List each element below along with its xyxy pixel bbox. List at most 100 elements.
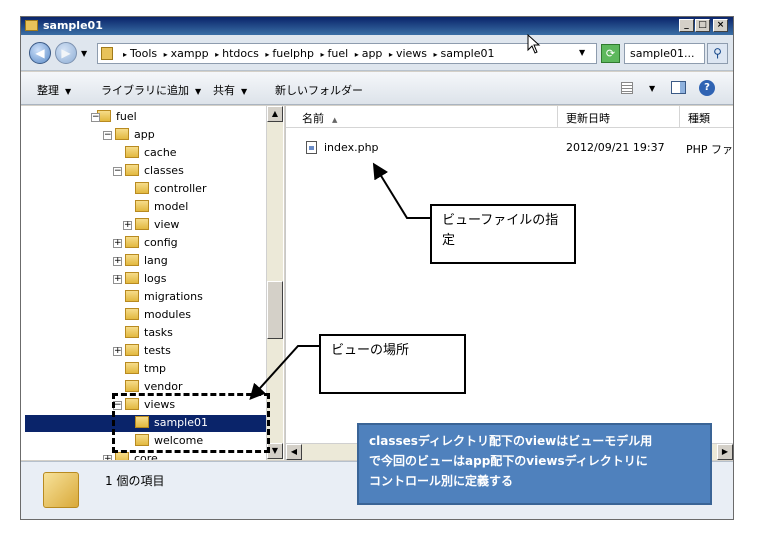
- tree-item-cache[interactable]: cache: [125, 145, 177, 162]
- column-header-modified[interactable]: 更新日時: [558, 106, 680, 128]
- close-button[interactable]: ×: [713, 19, 728, 32]
- folder-icon: [125, 236, 139, 248]
- callout-view-location: ビューの場所: [319, 334, 466, 394]
- column-header-name[interactable]: 名前 ▲: [286, 106, 558, 128]
- view-options-icon[interactable]: [621, 82, 633, 94]
- collapse-icon[interactable]: −: [91, 113, 100, 122]
- note-line: classesディレクトリ配下のviewはビューモデル用: [369, 434, 653, 448]
- tree-item-tmp[interactable]: tmp: [125, 361, 166, 378]
- new-folder-button[interactable]: 新しいフォルダー: [275, 82, 363, 98]
- tree-item-classes[interactable]: classes: [125, 163, 184, 180]
- collapse-icon[interactable]: −: [113, 167, 122, 176]
- address-box[interactable]: ▸ Tools ▸ xampp ▸ htdocs ▸ fuelphp ▸ fuel ▸ ap…: [97, 43, 597, 64]
- breadcrumb-separator-icon[interactable]: ▸: [434, 50, 438, 59]
- minimize-button[interactable]: _: [679, 19, 694, 32]
- preview-pane-icon[interactable]: [671, 81, 686, 94]
- breadcrumb-separator-icon[interactable]: ▸: [389, 50, 393, 59]
- tree-item-tests[interactable]: tests: [125, 343, 171, 360]
- collapse-icon[interactable]: −: [103, 131, 112, 140]
- tree-item-modules[interactable]: modules: [125, 307, 191, 324]
- scroll-up-icon[interactable]: ▲: [267, 106, 283, 122]
- folder-icon: [125, 272, 139, 284]
- scroll-left-icon[interactable]: ◀: [286, 444, 302, 460]
- folder-icon: [115, 452, 129, 460]
- recent-pages-chevron-icon[interactable]: ▼: [81, 49, 87, 58]
- file-list-pane: 名前 ▲ 更新日時 種類 index.php 2012/09/21 19:37 P…: [285, 106, 733, 460]
- breadcrumb-separator-icon[interactable]: ▸: [355, 50, 359, 59]
- folder-icon: [115, 128, 129, 140]
- help-icon[interactable]: ?: [699, 80, 715, 96]
- title-bar[interactable]: sample01 _ □ ×: [21, 17, 733, 35]
- tree-item-fuel[interactable]: fuel: [97, 109, 137, 126]
- breadcrumb-item[interactable]: views: [396, 47, 427, 60]
- expand-icon[interactable]: +: [113, 239, 122, 248]
- breadcrumb-separator-icon[interactable]: ▸: [215, 50, 219, 59]
- window-title: sample01: [43, 19, 103, 32]
- back-button[interactable]: ◀: [29, 42, 51, 64]
- tree-item-label: modules: [144, 308, 191, 321]
- folder-icon: [125, 362, 139, 374]
- tree-item-label: fuel: [116, 110, 137, 123]
- tree-item-label: classes: [144, 164, 184, 177]
- tree-item-lang[interactable]: lang: [125, 253, 168, 270]
- search-input[interactable]: sample01...: [624, 43, 705, 64]
- column-header-label: 名前: [302, 112, 324, 125]
- tree-item-migrations[interactable]: migrations: [125, 289, 203, 306]
- tree-item-label: migrations: [144, 290, 203, 303]
- breadcrumb-item[interactable]: sample01: [441, 47, 495, 60]
- chevron-down-icon: ▼: [241, 87, 248, 96]
- scroll-right-icon[interactable]: ▶: [717, 444, 733, 460]
- add-to-library-button[interactable]: ライブラリに追加 ▼: [101, 82, 201, 98]
- tree-item-label: view: [154, 218, 180, 231]
- maximize-button[interactable]: □: [695, 19, 710, 32]
- folder-icon: [125, 164, 139, 176]
- tree-item-tasks[interactable]: tasks: [125, 325, 173, 342]
- tree-item-label: tests: [144, 344, 171, 357]
- share-label: 共有: [213, 84, 235, 97]
- folder-icon: [135, 200, 149, 212]
- chevron-down-icon[interactable]: ▼: [649, 84, 655, 93]
- breadcrumb-separator-icon[interactable]: ▸: [321, 50, 325, 59]
- sort-up-icon: ▲: [332, 116, 338, 124]
- expand-icon[interactable]: +: [123, 221, 132, 230]
- column-header-type[interactable]: 種類: [680, 106, 733, 128]
- tree-item-config[interactable]: config: [125, 235, 178, 252]
- tree-item-label: tasks: [144, 326, 173, 339]
- callout-view-file: ビューファイルの指 定: [430, 204, 576, 264]
- expand-icon[interactable]: +: [103, 455, 112, 460]
- folder-icon: [125, 146, 139, 158]
- tree-item-label: tmp: [144, 362, 167, 375]
- refresh-icon[interactable]: ⟳: [601, 44, 620, 63]
- tree-item-model[interactable]: model: [135, 199, 188, 216]
- expand-icon[interactable]: +: [113, 275, 122, 284]
- scrollbar-thumb[interactable]: [267, 281, 283, 339]
- tree-item-controller[interactable]: controller: [135, 181, 206, 198]
- folder-icon: [125, 326, 139, 338]
- share-button[interactable]: 共有 ▼: [213, 82, 247, 98]
- tree-item-label: config: [144, 236, 178, 249]
- expand-icon[interactable]: +: [113, 347, 122, 356]
- search-icon[interactable]: ⚲: [707, 43, 728, 64]
- breadcrumb-item[interactable]: fuelphp: [272, 47, 314, 60]
- callout-line: ビューファイルの指: [442, 213, 559, 228]
- breadcrumb-separator-icon[interactable]: ▸: [265, 50, 269, 59]
- tree-item-view[interactable]: view: [135, 217, 179, 234]
- tree-item-app[interactable]: app: [115, 127, 155, 144]
- folder-icon: [125, 380, 139, 392]
- highlight-views-folder: [112, 393, 270, 453]
- breadcrumb-item[interactable]: app: [362, 47, 383, 60]
- file-name[interactable]: index.php: [324, 141, 379, 154]
- tree-item-logs[interactable]: logs: [125, 271, 167, 288]
- address-dropdown-icon[interactable]: ▼: [579, 48, 585, 57]
- breadcrumb-item[interactable]: xampp: [171, 47, 209, 60]
- breadcrumb-item[interactable]: htdocs: [222, 47, 259, 60]
- folder-icon: [125, 290, 139, 302]
- breadcrumb-item[interactable]: fuel: [328, 47, 349, 60]
- forward-button[interactable]: ▶: [55, 42, 77, 64]
- note-box: classesディレクトリ配下のviewはビューモデル用 で今回のビューはapp…: [357, 423, 712, 505]
- breadcrumb-item[interactable]: Tools: [130, 47, 157, 60]
- breadcrumb-separator-icon[interactable]: ▸: [164, 50, 168, 59]
- breadcrumb-separator-icon[interactable]: ▸: [123, 50, 127, 59]
- expand-icon[interactable]: +: [113, 257, 122, 266]
- organize-button[interactable]: 整理 ▼: [37, 82, 71, 98]
